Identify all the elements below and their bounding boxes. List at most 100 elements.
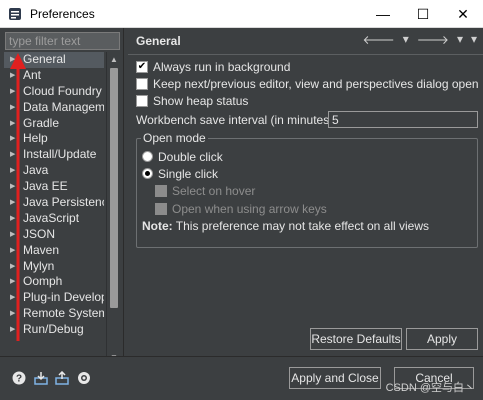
tree-item-label: JSON [23,226,56,241]
scroll-up-arrow-icon[interactable]: ▲ [107,52,121,66]
preference-tree: ▶ General ▶ Ant ▶ Cloud Foundry ▶ Data Manageme… [4,52,104,364]
preference-tree-panel: ▶ General ▶ Ant ▶ Cloud Foundry ▶ Data Manageme… [0,28,124,380]
select-on-hover-label: Select on hover [172,183,256,198]
save-interval-row: Workbench save interval (in minutes): [136,111,337,128]
eclipse-app-icon [7,6,23,22]
double-click-option[interactable]: Double click [142,148,223,165]
select-on-hover-option: Select on hover [155,182,255,199]
expand-arrow-icon[interactable]: ▶ [10,259,15,275]
save-interval-field[interactable] [328,111,478,128]
expand-arrow-icon[interactable]: ▶ [10,68,15,84]
single-click-option[interactable]: Single click [142,165,218,182]
tree-item-label: Help [23,131,48,146]
tree-vertical-scrollbar[interactable]: ▲ ▼ [106,52,120,364]
tree-item[interactable]: ▶ General [4,52,104,68]
keep-next-previous-option[interactable]: Keep next/previous editor, view and pers… [136,75,479,92]
single-click-radio[interactable] [142,168,153,179]
tree-item[interactable]: ▶ Remote Systems [4,306,104,322]
help-icon[interactable]: ? [12,371,26,385]
expand-arrow-icon[interactable]: ▶ [10,227,15,243]
select-on-hover-checkbox [155,184,167,197]
settings-icon[interactable] [77,371,91,385]
tree-item-label: Ant [23,67,42,82]
watermark: CSDN @空与白丶 [385,382,475,394]
filter-input[interactable] [5,32,120,50]
tree-item-label: Maven [23,242,60,257]
open-mode-title: Open mode [141,131,208,145]
tree-item[interactable]: ▶ Gradle [4,116,104,132]
tree-item[interactable]: ▶ Ant [4,68,104,84]
expand-arrow-icon[interactable]: ▶ [10,52,15,68]
always-run-checkbox[interactable]: ✔ [136,60,148,73]
tree-item[interactable]: ▶ JSON [4,227,104,243]
expand-arrow-icon[interactable]: ▶ [10,306,15,322]
expand-arrow-icon[interactable]: ▶ [10,195,15,211]
tree-item[interactable]: ▶ Plug-in Development [4,290,104,306]
history-navigation: 🡐 ▾ 🡒 ▾ ▾ [363,32,477,47]
maximize-button[interactable]: ☐ [403,0,443,28]
expand-arrow-icon[interactable]: ▶ [10,116,15,132]
single-click-label: Single click [158,166,219,181]
expand-arrow-icon[interactable]: ▶ [10,243,15,259]
expand-arrow-icon[interactable]: ▶ [10,322,15,338]
forward-arrow-icon[interactable]: 🡒 [417,32,449,47]
radio-selected-dot [145,171,150,176]
expand-arrow-icon[interactable]: ▶ [10,290,15,306]
tree-item[interactable]: ▶ Help [4,131,104,147]
tree-item[interactable]: ▶ Maven [4,243,104,259]
tree-item[interactable]: ▶ Java [4,163,104,179]
expand-arrow-icon[interactable]: ▶ [10,100,15,116]
tree-item-label: Java [23,163,49,178]
double-click-radio[interactable] [142,151,153,162]
tree-item[interactable]: ▶ Cloud Foundry [4,84,104,100]
expand-arrow-icon[interactable]: ▶ [10,211,15,227]
tree-item[interactable]: ▶ JavaScript [4,211,104,227]
apply-button[interactable]: Apply [406,328,478,350]
tree-item-label: Data Management [23,99,104,114]
always-run-label: Always run in background [153,59,291,74]
close-button[interactable]: ✕ [443,0,483,28]
general-preferences-page: General 🡐 ▾ 🡒 ▾ ▾ ✔ Always run in backgr… [128,28,483,356]
apply-and-close-button[interactable]: Apply and Close [289,367,381,389]
open-with-arrows-option: Open when using arrow keys [155,200,327,217]
always-run-option[interactable]: ✔ Always run in background [136,58,290,75]
dialog-button-bar: ? Apply and Close Cancel CSDN @空与白丶 [0,356,483,400]
open-mode-note: Note: This preference may not take effec… [142,217,429,234]
minimize-button[interactable]: — [363,0,403,28]
export-icon[interactable] [55,371,69,385]
expand-arrow-icon[interactable]: ▶ [10,274,15,290]
show-heap-checkbox[interactable] [136,94,148,107]
tree-item[interactable]: ▶ Mylyn [4,259,104,275]
page-header: General 🡐 ▾ 🡒 ▾ ▾ [128,28,483,52]
tree-item-label: Install/Update [23,147,97,162]
tree-item[interactable]: ▶ Java EE [4,179,104,195]
forward-dropdown-icon[interactable]: ▾ [457,32,463,47]
tree-item[interactable]: ▶ Run/Debug [4,322,104,338]
tree-item[interactable]: ▶ Java Persistence [4,195,104,211]
view-menu-icon[interactable]: ▾ [471,32,477,47]
tree-item[interactable]: ▶ Data Management [4,100,104,116]
back-arrow-icon[interactable]: 🡐 [363,32,395,47]
tree-item[interactable]: ▶ Install/Update [4,147,104,163]
import-icon[interactable] [34,371,48,385]
keep-next-previous-checkbox[interactable] [136,77,148,90]
expand-arrow-icon[interactable]: ▶ [10,131,15,147]
tree-item-label: Remote Systems [23,306,104,321]
expand-arrow-icon[interactable]: ▶ [10,147,15,163]
tree-item-label: Java Persistence [23,195,104,210]
expand-arrow-icon[interactable]: ▶ [10,163,15,179]
svg-text:?: ? [16,374,22,385]
tree-item[interactable]: ▶ Oomph [4,274,104,290]
open-mode-group: Open mode Double click Single click Sele… [136,131,478,248]
tree-item-label: Oomph [23,274,63,289]
back-dropdown-icon[interactable]: ▾ [403,32,409,47]
show-heap-option[interactable]: Show heap status [136,92,248,109]
expand-arrow-icon[interactable]: ▶ [10,84,15,100]
restore-defaults-button[interactable]: Restore Defaults [310,328,402,350]
note-text: This preference may not take effect on a… [172,218,430,233]
expand-arrow-icon[interactable]: ▶ [10,179,15,195]
vertical-scroll-thumb[interactable] [110,68,118,308]
tree-item-label: Java EE [23,179,68,194]
tree-item-label: Run/Debug [23,322,84,337]
note-label: Note: [142,218,173,233]
